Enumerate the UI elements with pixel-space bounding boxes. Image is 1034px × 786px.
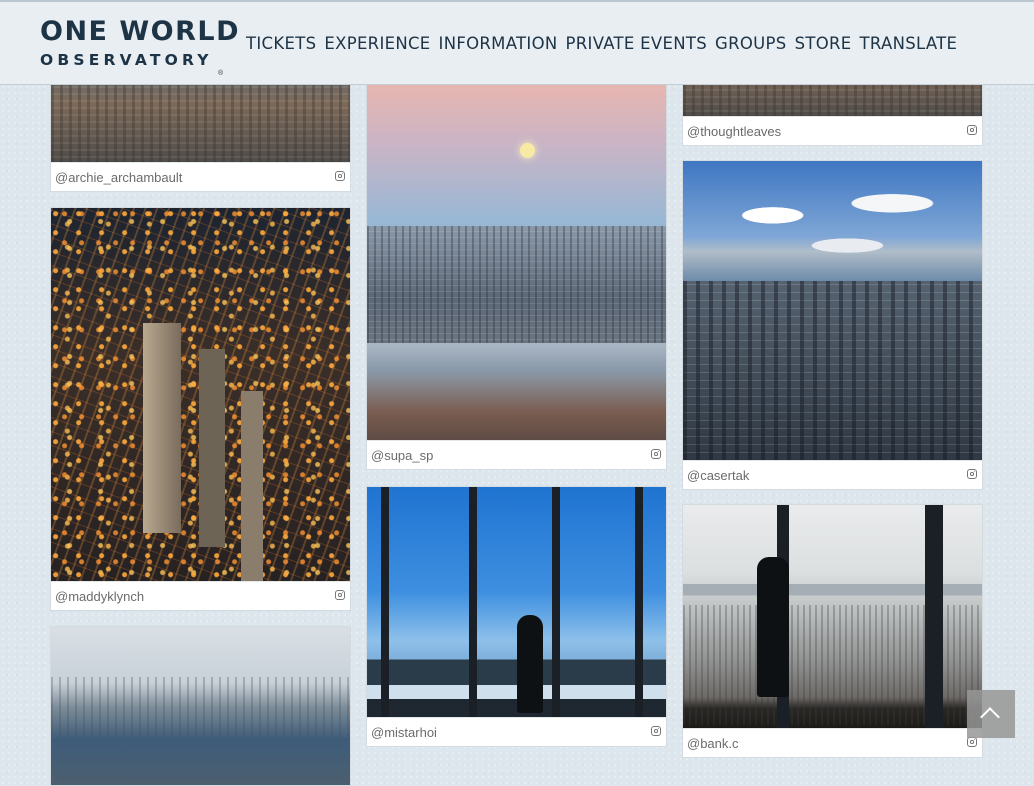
site-header: ONE WORLD OBSERVATORY ® TICKETS EXPERIEN… xyxy=(0,0,1034,85)
logo-line-observatory: OBSERVATORY xyxy=(40,51,213,69)
chevron-up-icon xyxy=(980,707,1000,727)
gallery-photo[interactable] xyxy=(683,161,982,463)
photo-moon-shape xyxy=(520,143,535,158)
card-caption: @maddyklynch xyxy=(51,581,350,610)
instagram-handle[interactable]: @thoughtleaves xyxy=(687,124,781,139)
nav-store[interactable]: STORE xyxy=(795,34,852,53)
photo-window-frame xyxy=(925,505,943,731)
gallery-card[interactable]: @mistarhoi xyxy=(366,486,667,747)
logo-line-one-world: ONE WORLD xyxy=(40,16,241,47)
instagram-handle[interactable]: @archie_archambault xyxy=(55,170,182,185)
card-caption: @thoughtleaves xyxy=(683,116,982,145)
gallery-card[interactable]: @maddyklynch xyxy=(50,207,351,611)
instagram-handle[interactable]: @casertak xyxy=(687,468,749,483)
card-caption: @mistarhoi xyxy=(367,717,666,746)
instagram-icon[interactable] xyxy=(967,125,977,135)
nav-translate[interactable]: TRANSLATE xyxy=(860,34,958,53)
photo-river-shape xyxy=(367,343,666,373)
instagram-icon[interactable] xyxy=(651,726,661,736)
photo-tower-shape xyxy=(143,323,181,533)
instagram-handle[interactable]: @mistarhoi xyxy=(371,725,437,740)
card-caption: @casertak xyxy=(683,460,982,489)
gallery-photo[interactable] xyxy=(51,208,350,584)
instagram-icon[interactable] xyxy=(967,737,977,747)
photo-skyline-shape xyxy=(683,281,982,461)
instagram-icon[interactable] xyxy=(335,171,345,181)
instagram-handle[interactable]: @maddyklynch xyxy=(55,589,144,604)
photo-window-frame xyxy=(552,487,560,720)
gallery-card[interactable]: @bank.c xyxy=(682,504,983,758)
gallery-card[interactable]: @casertak xyxy=(682,160,983,490)
card-caption: @supa_sp xyxy=(367,440,666,469)
instagram-icon[interactable] xyxy=(967,469,977,479)
card-caption: @bank.c xyxy=(683,728,982,757)
card-caption: @archie_archambault xyxy=(51,162,350,191)
gallery-photo[interactable] xyxy=(367,61,666,443)
nav-groups[interactable]: GROUPS xyxy=(715,34,787,53)
gallery-photo[interactable] xyxy=(367,487,666,720)
gallery-card[interactable] xyxy=(50,626,351,786)
nav-tickets[interactable]: TICKETS xyxy=(246,34,316,53)
instagram-icon[interactable] xyxy=(335,590,345,600)
instagram-handle[interactable]: @supa_sp xyxy=(371,448,433,463)
gallery-photo[interactable] xyxy=(683,505,982,731)
logo-trademark: ® xyxy=(218,70,224,77)
gallery-photo[interactable] xyxy=(51,627,350,785)
nav-private-events[interactable]: PRIVATE EVENTS xyxy=(566,34,708,53)
gallery-card[interactable]: @supa_sp xyxy=(366,60,667,470)
back-to-top-button[interactable] xyxy=(967,690,1015,738)
photo-skyline-shape xyxy=(367,226,666,346)
photo-window-frame xyxy=(469,487,477,720)
main-nav: TICKETS EXPERIENCE INFORMATION PRIVATE E… xyxy=(246,34,965,53)
photo-person-silhouette xyxy=(517,615,543,713)
nav-information[interactable]: INFORMATION xyxy=(439,34,558,53)
instagram-icon[interactable] xyxy=(651,449,661,459)
nav-experience[interactable]: EXPERIENCE xyxy=(324,34,430,53)
instagram-handle[interactable]: @bank.c xyxy=(687,736,739,751)
site-logo[interactable]: ONE WORLD OBSERVATORY ® xyxy=(40,16,241,78)
photo-person-silhouette xyxy=(757,557,789,697)
photo-window-frame xyxy=(381,487,389,720)
photo-window-frame xyxy=(635,487,643,720)
